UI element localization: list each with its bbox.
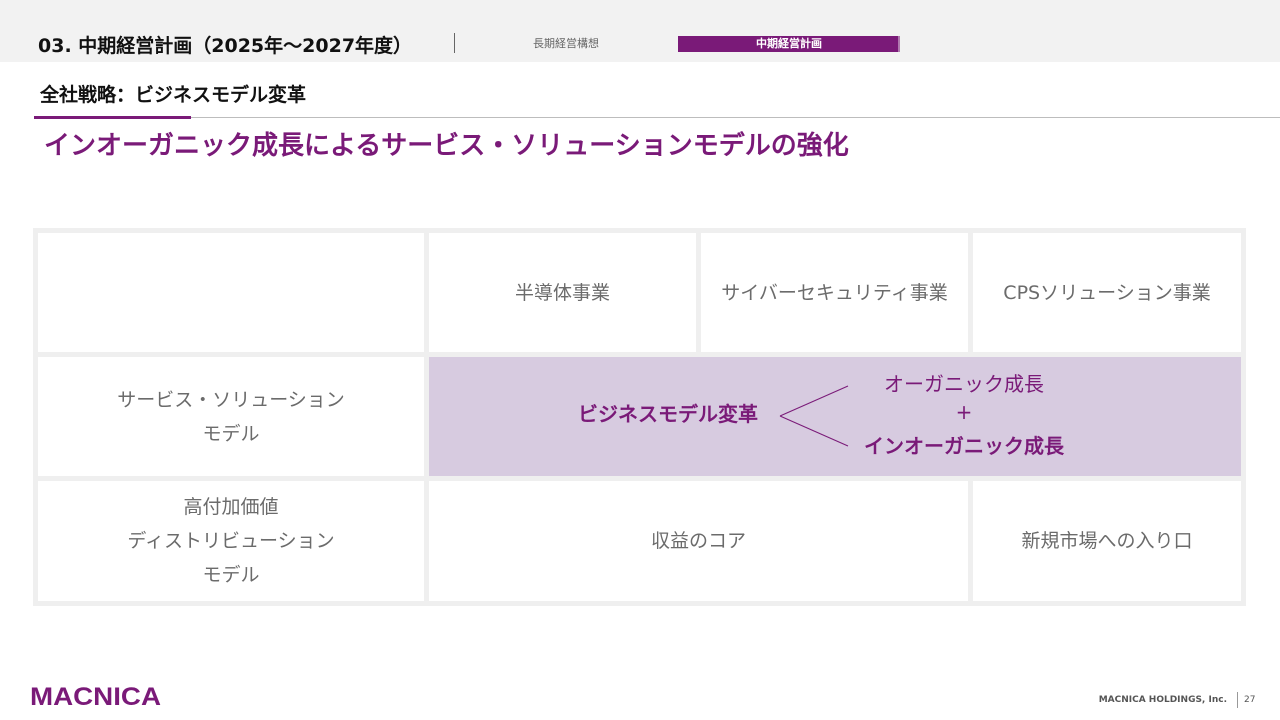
page-subtitle: 全社戦略：ビジネスモデル変革 [40,84,307,106]
matrix-corner-cell [38,233,424,352]
row-header-service-solution: サービス・ソリューション モデル [38,357,424,476]
nav-long-term-vision[interactable]: 長期経営構想 [500,36,632,52]
highlight-business-model-transformation: ビジネスモデル変革 [578,402,758,426]
row-header-line: サービス・ソリューション [117,388,345,411]
svg-text:MACNICA: MACNICA [30,683,161,708]
cell-label: 新規市場への入り口 [1021,530,1193,552]
nav-mid-term-plan[interactable]: 中期経営計画 [678,36,900,52]
title-divider [454,33,455,53]
row-header-line: モデル [202,422,260,445]
column-header-cps: CPSソリューション事業 [973,233,1241,352]
column-header-cybersecurity: サイバーセキュリティ事業 [701,233,968,352]
cell-revenue-core: 収益のコア [429,481,968,601]
row-header-line: ディストリビューション [127,530,335,552]
highlight-organic-growth: オーガニック成長 [884,372,1044,396]
column-header-label: CPSソリューション事業 [1003,281,1211,304]
nav-active-edge [898,36,900,52]
column-header-semiconductor: 半導体事業 [429,233,696,352]
branch-connector [779,385,849,447]
page-number: 27 [1244,695,1256,705]
highlight-inorganic-growth: インオーガニック成長 [864,434,1064,458]
subtitle-rule [34,117,1280,118]
cell-label: 収益のコア [650,530,746,552]
footer-company: MACNICA HOLDINGS, Inc. [1098,695,1227,705]
column-header-label: サイバーセキュリティ事業 [721,281,948,304]
macnica-logo: MACNICA [30,683,161,708]
cell-new-market-entry: 新規市場への入り口 [973,481,1241,601]
row-header-line: モデル [202,564,260,586]
highlight-plus: + [955,400,973,424]
footer-divider [1237,692,1238,708]
row-header-line: 高付加価値 [183,496,279,518]
column-header-label: 半導体事業 [514,281,610,304]
subtitle-accent-rule [34,116,191,119]
headline: インオーガニック成長によるサービス・ソリューションモデルの強化 [44,131,849,161]
row-header-high-value-distribution: 高付加価値 ディストリビューション モデル [38,481,424,601]
section-title: 03. 中期経営計画（2025年～2027年度） [38,35,413,57]
